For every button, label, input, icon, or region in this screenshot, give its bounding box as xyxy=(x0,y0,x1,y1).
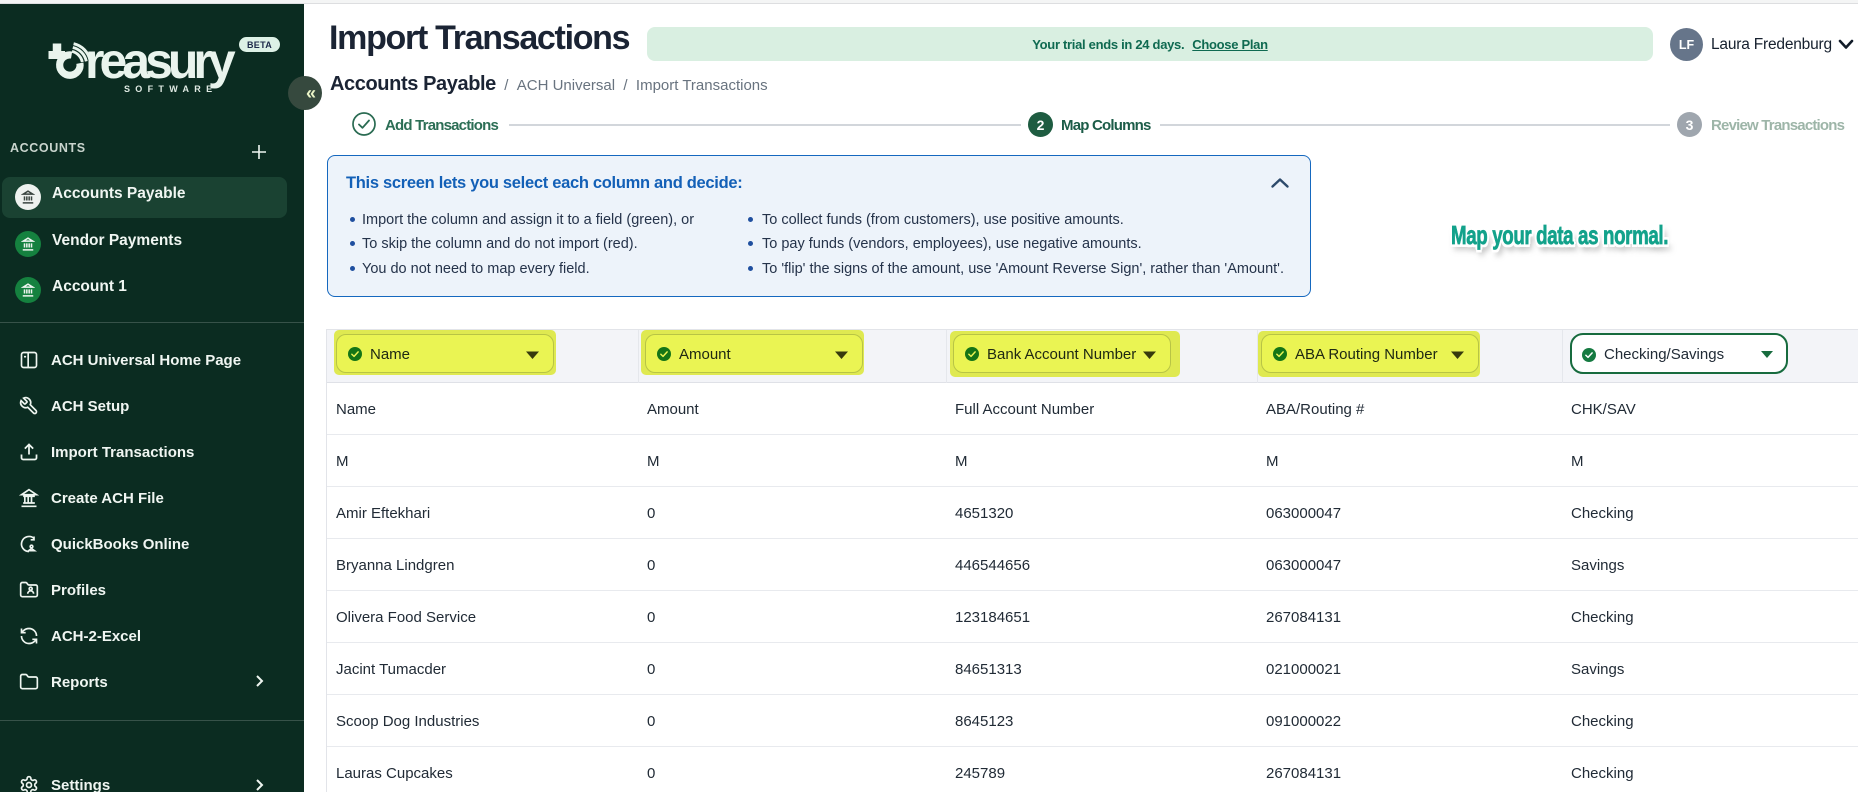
svg-text:SOFTWARE: SOFTWARE xyxy=(124,84,217,94)
svg-text:reasury: reasury xyxy=(85,34,236,89)
